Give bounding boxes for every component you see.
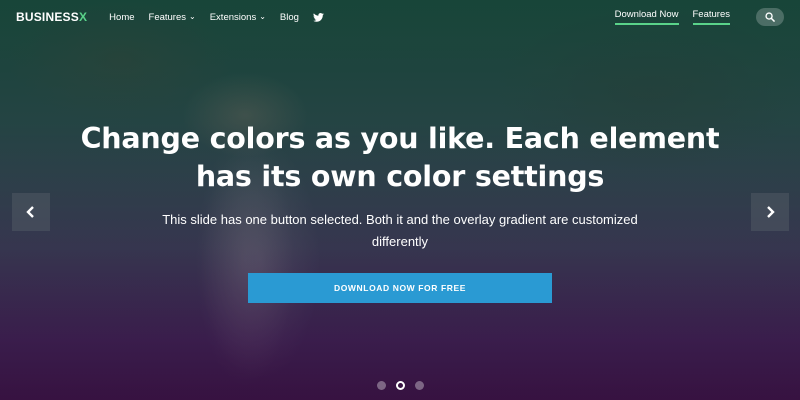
- nav-link-blog-label: Blog: [279, 11, 299, 23]
- nav-links: Home Features ⌄ Extensions ⌄ Blog: [109, 12, 324, 23]
- twitter-icon[interactable]: [313, 12, 324, 22]
- hero-slider: BUSINESS X Home Features ⌄ Extensions ⌄ Blo…: [0, 0, 800, 400]
- nav-link-features-label: Features: [148, 11, 187, 23]
- nav-link-extensions[interactable]: Extensions ⌄: [210, 12, 266, 23]
- prev-slide-button[interactable]: [12, 193, 50, 231]
- slide-dot-3[interactable]: [414, 381, 424, 390]
- chevron-left-icon: [26, 206, 34, 218]
- twitter-icon-svg: [313, 12, 324, 22]
- nav-link-home-label: Home: [109, 11, 135, 23]
- nav-link-extensions-label: Extensions: [209, 11, 257, 23]
- logo-accent-text: X: [78, 10, 88, 24]
- hero-headline: Change colors as you like. Each element …: [0, 120, 800, 196]
- nav-right: Download Now Features: [614, 8, 784, 26]
- slider-dots: [0, 381, 800, 390]
- chevron-right-icon: [767, 206, 775, 218]
- nav-link-blog[interactable]: Blog: [280, 12, 299, 23]
- nav-link-features[interactable]: Features ⌄: [149, 12, 196, 23]
- logo-main-text: BUSINESS: [16, 10, 79, 24]
- chevron-down-icon: ⌄: [259, 11, 266, 21]
- slide-dot-2[interactable]: [395, 381, 405, 390]
- headline-line-1: Change colors as you like. Each element: [80, 122, 720, 155]
- slide-dot-1[interactable]: [376, 381, 386, 390]
- navbar: BUSINESS X Home Features ⌄ Extensions ⌄ Blo…: [0, 0, 800, 34]
- search-button[interactable]: [756, 8, 784, 26]
- hero-subtitle: This slide has one button selected. Both…: [162, 212, 638, 249]
- logo[interactable]: BUSINESS X: [16, 10, 87, 24]
- next-slide-button[interactable]: [751, 193, 789, 231]
- chevron-down-icon: ⌄: [189, 11, 196, 21]
- nav-link-home[interactable]: Home: [109, 12, 134, 23]
- download-now-link[interactable]: Download Now: [614, 9, 679, 25]
- search-icon: [765, 12, 775, 22]
- download-free-button[interactable]: DOWNLOAD NOW FOR FREE: [248, 273, 552, 303]
- hero-content: Change colors as you like. Each element …: [0, 120, 800, 303]
- features-link[interactable]: Features: [692, 9, 730, 25]
- headline-line-2: has its own color settings: [195, 160, 605, 193]
